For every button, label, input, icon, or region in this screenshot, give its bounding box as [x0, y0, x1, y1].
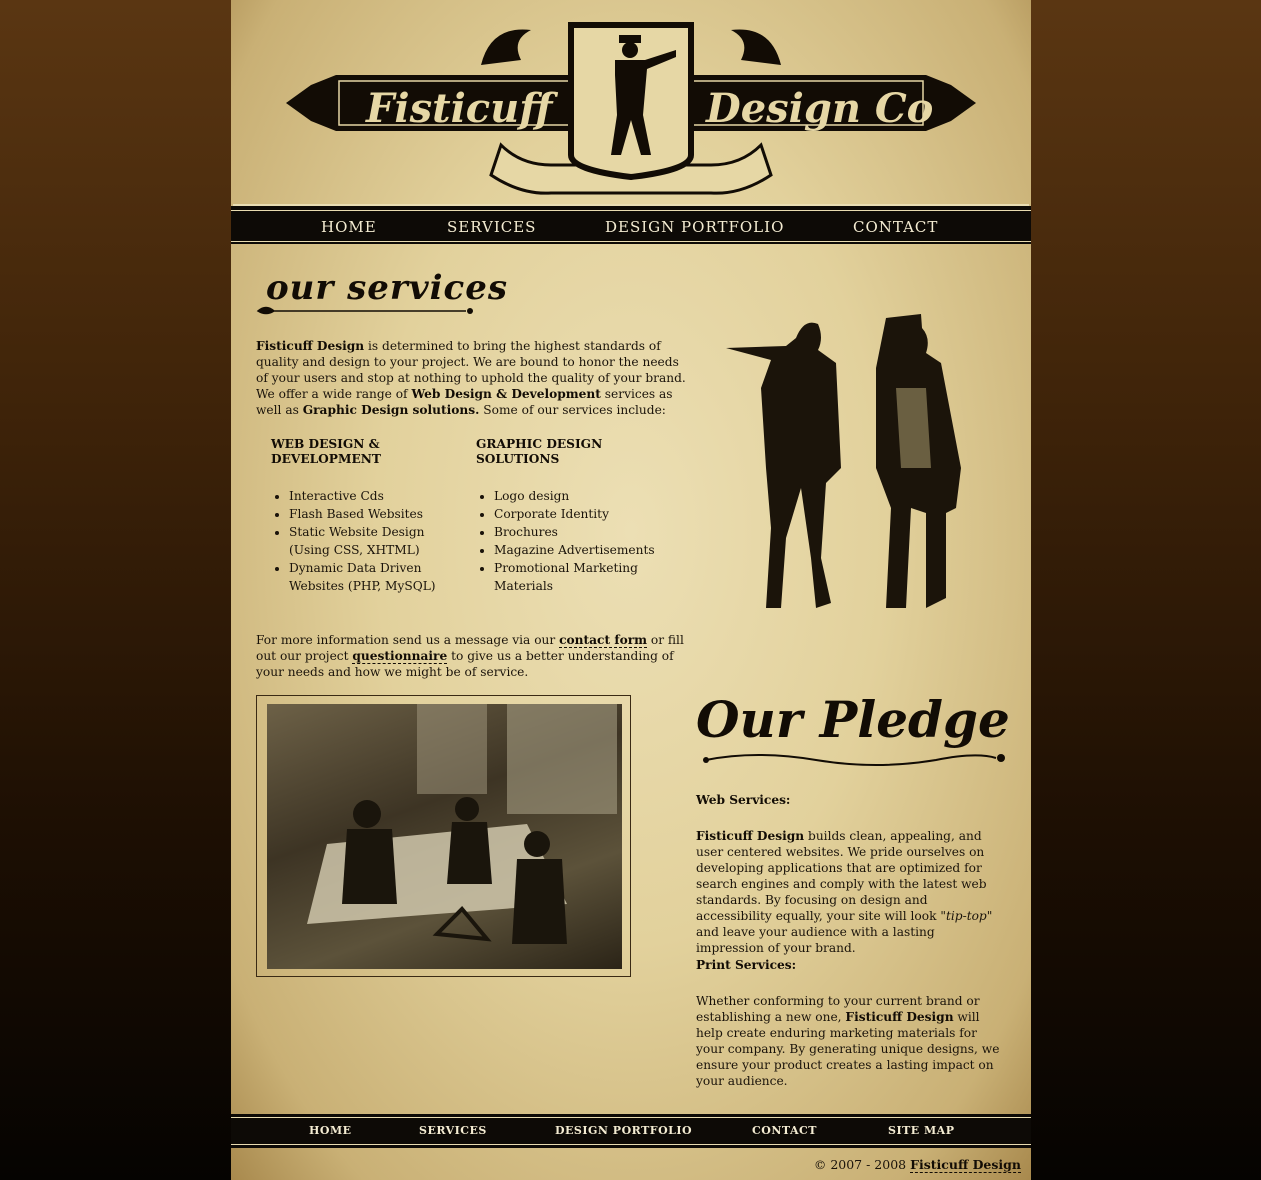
more-info-paragraph: For more information send us a message v…	[256, 632, 686, 680]
web-services-list: Interactive Cds Flash Based Websites Sta…	[271, 487, 469, 595]
pledge-text: and leave your audience with a lasting i…	[696, 925, 935, 955]
list-item: Static Website Design (Using CSS, XHTML)	[289, 523, 469, 559]
tip-top-emphasis: "tip-top"	[940, 909, 993, 923]
intro-text: Some of our services include:	[479, 403, 666, 417]
pledge-flourish	[703, 754, 1005, 766]
list-item: Promotional Marketing Materials	[494, 559, 684, 595]
footer-nav-site-map[interactable]: SITE MAP	[888, 1124, 954, 1137]
nav-design-portfolio[interactable]: DESIGN PORTFOLIO	[605, 218, 784, 236]
workshop-illustration-frame	[256, 695, 631, 977]
list-item: Magazine Advertisements	[494, 541, 684, 559]
print-services-label: Print Services:	[696, 958, 797, 972]
print-services-text: Whether conforming to your current brand…	[696, 993, 1001, 1089]
web-services-label: Web Services:	[696, 793, 791, 807]
list-item: Dynamic Data Driven Websites (PHP, MySQL…	[289, 559, 469, 595]
footer-rule-top	[231, 1117, 1031, 1118]
site-logo[interactable]: Fisticuff Design Co	[281, 5, 981, 200]
copyright: © 2007 - 2008 Fisticuff Design	[813, 1157, 1021, 1173]
nav-rule-top	[231, 210, 1031, 211]
brand-name: Fisticuff Design	[256, 339, 365, 353]
brand-name: Fisticuff Design	[845, 1010, 954, 1024]
copyright-text: © 2007 - 2008	[813, 1157, 911, 1172]
list-item: Interactive Cds	[289, 487, 469, 505]
main-nav: HOME SERVICES DESIGN PORTFOLIO CONTACT	[231, 206, 1031, 244]
services-heading: our services	[266, 268, 508, 308]
workshop-illustration	[267, 704, 622, 969]
svg-text:Fisticuff: Fisticuff	[365, 85, 558, 132]
footer-nav-design-portfolio[interactable]: DESIGN PORTFOLIO	[555, 1124, 692, 1137]
web-design-heading: WEB DESIGN & DEVELOPMENT	[271, 437, 381, 466]
graphic-services-list: Logo design Corporate Identity Brochures…	[476, 487, 684, 595]
graphic-design-emphasis: Graphic Design solutions.	[302, 403, 480, 417]
footer-nav: HOME SERVICES DESIGN PORTFOLIO CONTACT S…	[231, 1114, 1031, 1148]
footer-nav-services[interactable]: SERVICES	[419, 1124, 487, 1137]
services-intro: Fisticuff Design is determined to bring …	[256, 338, 686, 418]
web-design-emphasis: Web Design & Development	[411, 387, 601, 401]
nav-services[interactable]: SERVICES	[447, 218, 536, 236]
footer-nav-home[interactable]: HOME	[309, 1124, 352, 1137]
page-container: Fisticuff Design Co HOME SERVICES DESIGN…	[231, 0, 1031, 1180]
workshop-engraving	[307, 704, 617, 944]
soldiers-illustration	[726, 314, 961, 608]
svg-text:Design Co: Design Co	[705, 85, 933, 132]
nav-rule-bottom	[231, 241, 1031, 242]
contact-form-link[interactable]: contact form	[559, 633, 648, 648]
list-item: Logo design	[494, 487, 684, 505]
brand-name: Fisticuff Design	[696, 829, 805, 843]
list-item: Flash Based Websites	[289, 505, 469, 523]
footer-nav-contact[interactable]: CONTACT	[752, 1124, 817, 1137]
nav-home[interactable]: HOME	[321, 218, 377, 236]
pledge-heading: Our Pledge	[696, 690, 1010, 749]
list-item: Corporate Identity	[494, 505, 684, 523]
list-item: Brochures	[494, 523, 684, 541]
web-services-text: Fisticuff Design builds clean, appealing…	[696, 828, 1001, 956]
heading-flourish	[256, 306, 473, 315]
more-text: For more information send us a message v…	[256, 633, 560, 647]
questionnaire-link[interactable]: questionnaire	[352, 649, 448, 664]
footer-rule-bottom	[231, 1144, 1031, 1145]
footer-brand-link[interactable]: Fisticuff Design	[910, 1157, 1021, 1173]
nav-contact[interactable]: CONTACT	[853, 218, 938, 236]
graphic-design-heading: GRAPHIC DESIGN SOLUTIONS	[476, 437, 603, 466]
logo-emblem: Fisticuff Design Co	[286, 22, 976, 195]
